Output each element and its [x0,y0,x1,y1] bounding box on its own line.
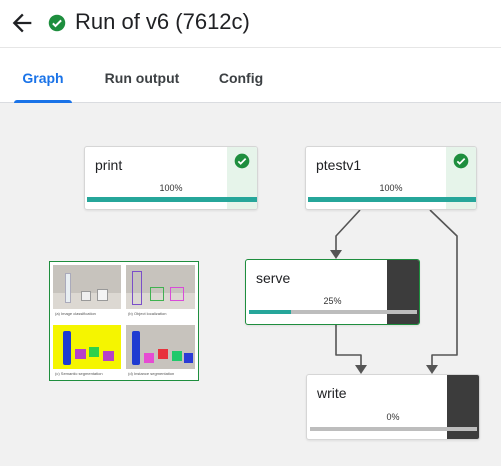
tab-bar: Graph Run output Config [0,48,501,103]
check-circle-icon [48,14,66,32]
node-label: write [317,385,347,401]
progress-bar [308,197,476,202]
preview-photo-c [53,325,121,369]
graph-canvas[interactable]: print 100% ptestv1 100% serve 25% write … [0,103,501,466]
progress-bar [249,310,417,314]
tab-label: Graph [22,70,64,86]
back-button[interactable] [8,9,36,37]
output-preview-image[interactable]: (a) Image classification (b) Object loca… [49,261,199,381]
node-label: serve [256,270,291,286]
node-ptestv1[interactable]: ptestv1 100% [305,146,477,210]
node-print[interactable]: print 100% [84,146,258,210]
preview-caption: (a) Image classification [55,311,96,316]
node-label: print [95,157,123,173]
node-label: ptestv1 [316,157,362,173]
app-header: Run of v6 (7612c) [0,0,501,48]
tab-run-output[interactable]: Run output [96,70,188,103]
run-status-icon [48,14,66,32]
progress-fill [249,310,291,314]
arrowhead-write-left [355,365,367,374]
edge-serve-write [335,325,362,366]
preview-caption: (c) Semantic segmentation [55,371,103,376]
preview-photo-b [126,265,195,309]
check-circle-icon [453,153,469,169]
progress-bar [310,427,477,431]
running-indicator [387,260,419,324]
page-title: Run of v6 (7612c) [75,9,250,34]
arrowhead-serve [330,250,342,259]
node-write[interactable]: write 0% [306,374,480,440]
edge-ptestv1-write [429,209,458,366]
tab-label: Run output [104,70,180,86]
arrow-back-icon [12,13,32,33]
progress-text: 0% [386,412,400,422]
progress-text: 100% [379,183,403,193]
arrowhead-write-right [426,365,438,374]
progress-text: 25% [323,296,342,306]
progress-bar [87,197,257,202]
tab-label: Config [218,70,264,86]
edge-ptestv1-serve [335,209,361,251]
preview-caption: (b) Object localization [128,311,167,316]
preview-photo-a [53,265,121,309]
preview-photo-d [126,325,195,369]
node-serve[interactable]: serve 25% [245,259,420,325]
preview-caption: (d) Instance segmentation [128,371,175,376]
tab-graph[interactable]: Graph [14,70,72,103]
progress-text: 100% [159,183,183,193]
check-circle-icon [234,153,250,169]
tab-config[interactable]: Config [210,70,272,103]
